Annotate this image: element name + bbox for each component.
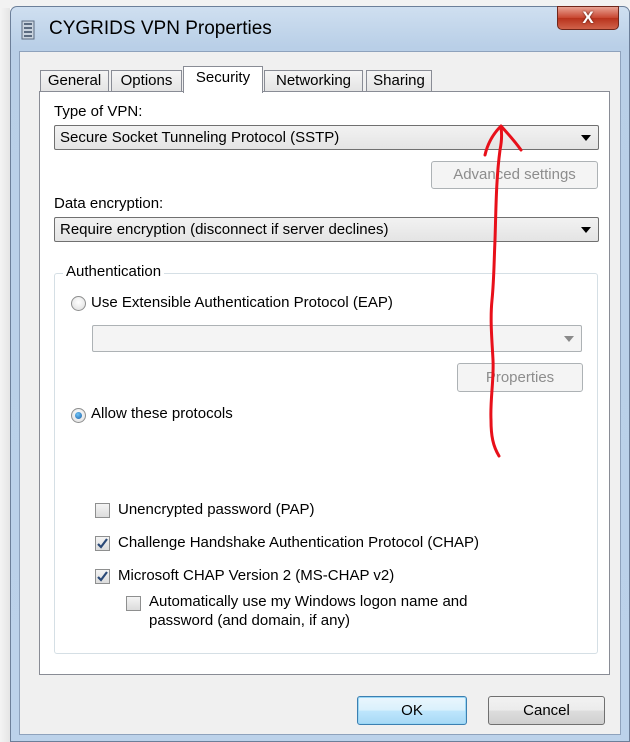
tab-options[interactable]: Options xyxy=(111,70,182,92)
auto-logon-label-line2[interactable]: password (and domain, if any) xyxy=(149,612,350,629)
auto-logon-checkbox[interactable] xyxy=(126,596,141,611)
tab-security[interactable]: Security xyxy=(183,66,263,93)
ok-button[interactable]: OK xyxy=(357,696,467,725)
title-bar[interactable]: CYGRIDS VPN Properties X xyxy=(11,6,629,51)
tab-networking[interactable]: Networking xyxy=(264,70,363,92)
properties-button[interactable]: Properties xyxy=(457,363,583,392)
chap-label[interactable]: Challenge Handshake Authentication Proto… xyxy=(118,534,479,551)
mschap-v2-checkbox[interactable] xyxy=(95,569,110,584)
close-button[interactable]: X xyxy=(557,6,619,30)
eap-radio[interactable] xyxy=(71,296,86,311)
security-tab-panel: Type of VPN: Secure Socket Tunneling Pro… xyxy=(39,91,610,675)
eap-radio-label[interactable]: Use Extensible Authentication Protocol (… xyxy=(91,294,393,311)
authentication-groupbox: Authentication Use Extensible Authentica… xyxy=(54,263,598,654)
allow-protocols-radio[interactable] xyxy=(71,408,86,423)
data-encryption-value: Require encryption (disconnect if server… xyxy=(60,221,389,238)
vpn-type-label: Type of VPN: xyxy=(54,103,143,120)
eap-method-dropdown[interactable] xyxy=(92,325,582,352)
pap-label[interactable]: Unencrypted password (PAP) xyxy=(118,501,314,518)
dropdown-arrow-icon xyxy=(564,336,574,342)
auto-logon-label-line1[interactable]: Automatically use my Windows logon name … xyxy=(149,593,468,610)
cancel-button[interactable]: Cancel xyxy=(488,696,605,725)
vpn-type-value: Secure Socket Tunneling Protocol (SSTP) xyxy=(60,129,340,146)
pap-checkbox[interactable] xyxy=(95,503,110,518)
background-window-edge xyxy=(0,0,10,742)
window-title: CYGRIDS VPN Properties xyxy=(49,18,272,39)
checkmark-icon xyxy=(97,538,108,549)
checkmark-icon xyxy=(97,571,108,582)
chap-checkbox[interactable] xyxy=(95,536,110,551)
tab-general[interactable]: General xyxy=(40,70,109,92)
properties-dialog: CYGRIDS VPN Properties X General Options… xyxy=(10,6,630,742)
dialog-client-area: General Options Security Networking Shar… xyxy=(19,51,621,735)
allow-protocols-label[interactable]: Allow these protocols xyxy=(91,405,233,422)
mschap-v2-label[interactable]: Microsoft CHAP Version 2 (MS-CHAP v2) xyxy=(118,567,394,584)
dropdown-arrow-icon xyxy=(581,227,591,233)
advanced-settings-button[interactable]: Advanced settings xyxy=(431,161,598,189)
data-encryption-dropdown[interactable]: Require encryption (disconnect if server… xyxy=(54,217,599,242)
dropdown-arrow-icon xyxy=(581,135,591,141)
data-encryption-label: Data encryption: xyxy=(54,195,164,212)
tab-sharing[interactable]: Sharing xyxy=(366,70,432,92)
authentication-group-title: Authentication xyxy=(63,263,165,280)
network-connection-icon xyxy=(21,20,35,40)
vpn-type-dropdown[interactable]: Secure Socket Tunneling Protocol (SSTP) xyxy=(54,125,599,150)
